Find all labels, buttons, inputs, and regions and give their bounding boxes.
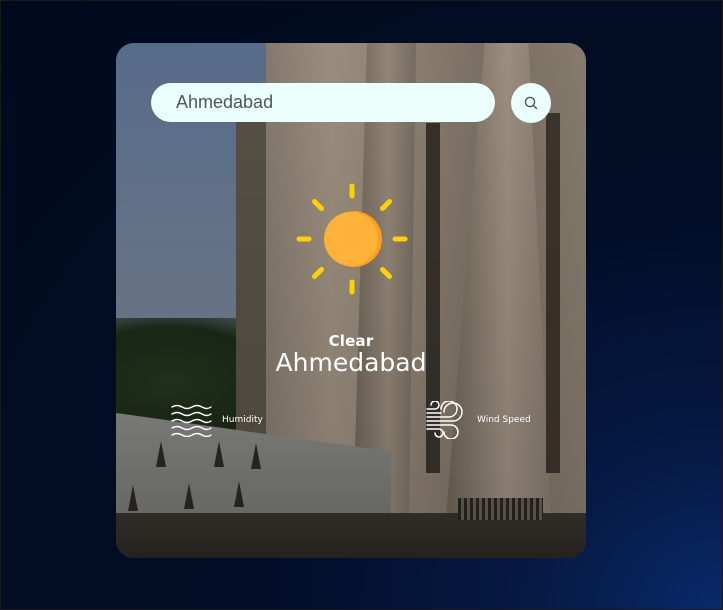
- city-name: Ahmedabad: [275, 348, 427, 377]
- humidity-waves-icon: [171, 404, 212, 437]
- wind-detail: Wind Speed: [425, 401, 531, 439]
- search-input[interactable]: [151, 83, 495, 122]
- wind-speed-label: Wind Speed: [477, 415, 531, 425]
- sun-icon: [296, 183, 408, 295]
- search-button[interactable]: [511, 83, 551, 123]
- humidity-label: Humidity: [222, 415, 263, 425]
- weather-card: Clear Ahmedabad Humidity Wind Sp: [116, 43, 586, 558]
- search-icon: [524, 96, 538, 110]
- humidity-detail: Humidity: [170, 403, 263, 437]
- wind-icon: [426, 401, 463, 439]
